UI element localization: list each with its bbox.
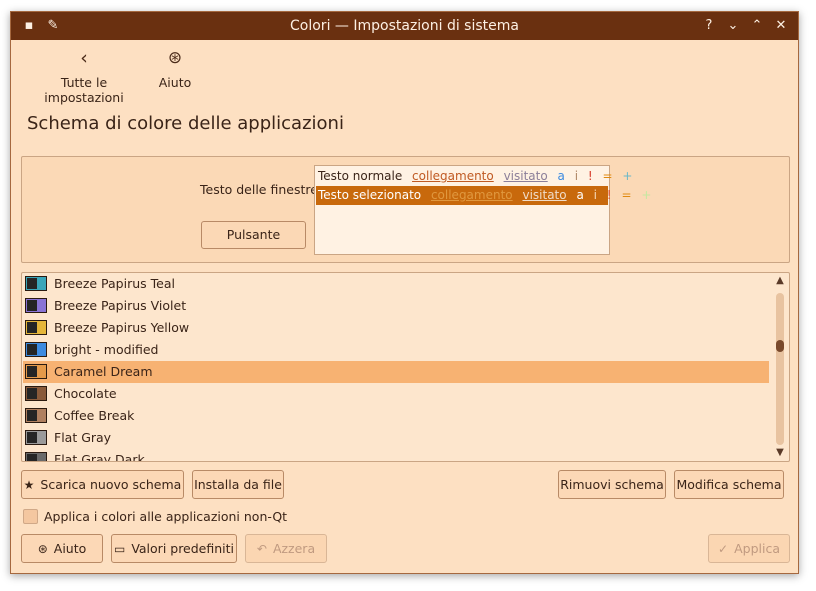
apply-non-qt-checkbox[interactable] <box>23 509 38 524</box>
scroll-down-icon[interactable]: ▼ <box>773 447 787 458</box>
install-from-file-button[interactable]: Installa da file <box>192 470 284 499</box>
remove-label: Rimuovi schema <box>560 477 664 492</box>
star-icon: ★ <box>23 478 35 492</box>
get-new-label: Scarica nuovo schema <box>40 477 182 492</box>
install-label: Installa da file <box>194 477 282 492</box>
close-icon[interactable]: ✕ <box>772 17 790 35</box>
apply-button[interactable]: ✓ Applica <box>708 534 790 563</box>
preview-text-area: Testo normale collegamento visitato a i … <box>314 165 651 255</box>
list-item[interactable]: Breeze Papirus Yellow <box>23 317 769 339</box>
undo-icon: ↶ <box>256 542 267 556</box>
list-item[interactable]: Coffee Break <box>23 405 769 427</box>
defaults-label: Valori predefiniti <box>131 541 235 556</box>
window-text-label: Testo delle finestre <box>200 182 318 197</box>
selected-visited: visitato <box>522 188 567 202</box>
remove-scheme-button[interactable]: Rimuovi schema <box>558 470 666 499</box>
settings-window: ▪ ✎ Colori — Impostazioni di sistema ? ⌄… <box>10 11 799 574</box>
selected-positive: + <box>641 188 652 202</box>
selected-inactive: i <box>593 188 597 202</box>
scheme-name: Coffee Break <box>54 408 135 423</box>
normal-text: Testo normale <box>318 169 403 183</box>
scheme-name: Breeze Papirus Yellow <box>54 320 190 335</box>
page-title: Schema di colore delle applicazioni <box>27 113 344 134</box>
scheme-name: Chocolate <box>54 386 117 401</box>
selected-negative: ! <box>606 188 612 202</box>
edit-scheme-button[interactable]: Modifica schema <box>674 470 784 499</box>
normal-inactive: i <box>574 169 579 183</box>
scheme-name: Breeze Papirus Violet <box>54 298 187 313</box>
help-toolbar-label: Aiuto <box>158 75 192 90</box>
defaults-button[interactable]: ▭ Valori predefiniti <box>111 534 237 563</box>
scheme-name: Flat Gray <box>54 430 112 445</box>
apply-non-qt-label: Applica i colori alle applicazioni non-Q… <box>44 509 288 524</box>
preview-normal-row: Testo normale collegamento visitato a i … <box>316 167 632 186</box>
footer-help-label: Aiuto <box>53 541 87 556</box>
scheme-name: Flat Gray Dark <box>54 452 145 462</box>
document-icon: ▭ <box>113 542 126 556</box>
list-item[interactable]: bright - modified <box>23 339 769 361</box>
window-title: Colori — Impostazioni di sistema <box>290 18 519 34</box>
checkmark-icon: ✓ <box>718 542 729 556</box>
normal-neutral: = <box>602 169 613 183</box>
back-label: Tutte le impostazioni <box>44 75 124 105</box>
preview-selected-row: Testo selezionato collegamento visitato … <box>316 186 651 205</box>
selected-active: a <box>576 188 584 202</box>
list-item[interactable]: Chocolate <box>23 383 769 405</box>
chevron-left-icon: ‹ <box>80 47 88 69</box>
minimize-icon[interactable]: ⌄ <box>724 17 742 35</box>
selected-link: collegamento <box>430 188 513 202</box>
scheme-name: Caramel Dream <box>54 364 153 379</box>
normal-positive: + <box>622 169 633 183</box>
scheme-preview-icon <box>25 364 47 379</box>
edit-label: Modifica schema <box>676 477 782 492</box>
scroll-handle[interactable] <box>776 340 784 352</box>
titlebar: ▪ ✎ Colori — Impostazioni di sistema ? ⌄… <box>11 12 798 40</box>
scheme-preview-icon <box>25 430 47 445</box>
back-button[interactable]: ‹ Tutte le impostazioni <box>25 46 143 105</box>
list-item[interactable]: Flat Gray <box>23 427 769 449</box>
help-icon[interactable]: ? <box>700 17 718 35</box>
reset-label: Azzera <box>272 541 316 556</box>
normal-negative: ! <box>587 169 593 183</box>
scheme-preview-icon <box>25 298 47 313</box>
scheme-preview-icon <box>25 320 47 335</box>
scheme-preview-icon <box>25 342 47 357</box>
scrollbar[interactable]: ▲ ▼ <box>773 275 787 461</box>
scroll-up-icon[interactable]: ▲ <box>773 275 787 286</box>
list-item[interactable]: Flat Gray Dark <box>23 449 769 462</box>
scheme-list[interactable]: Breeze Papirus Teal Breeze Papirus Violet… <box>21 272 790 462</box>
scheme-preview-icon <box>25 452 47 461</box>
maximize-icon[interactable]: ⌃ <box>748 17 766 35</box>
help-toolbar-button[interactable]: ⊛ Aiuto <box>155 46 195 90</box>
scroll-track[interactable] <box>776 293 784 445</box>
lifebuoy-icon: ⊛ <box>167 48 183 68</box>
footer-help-button[interactable]: ⊛ Aiuto <box>21 534 103 563</box>
list-item[interactable]: Caramel Dream <box>23 361 769 383</box>
preview-button: Pulsante <box>201 221 306 249</box>
selected-text: Testo selezionato <box>318 188 422 202</box>
scheme-preview: Testo delle finestre Pulsante Testo norm… <box>21 156 790 263</box>
scheme-preview-icon <box>25 276 47 291</box>
lifebuoy-icon: ⊛ <box>37 542 48 556</box>
normal-visited: visitato <box>503 169 548 183</box>
scheme-preview-icon <box>25 408 47 423</box>
list-item[interactable]: Breeze Papirus Teal <box>23 273 769 295</box>
scheme-name: bright - modified <box>54 342 159 357</box>
scheme-preview-icon <box>25 386 47 401</box>
reset-button[interactable]: ↶ Azzera <box>245 534 327 563</box>
selected-neutral: = <box>621 188 632 202</box>
normal-active: a <box>557 169 565 183</box>
get-new-scheme-button[interactable]: ★ Scarica nuovo schema <box>21 470 184 499</box>
normal-link: collegamento <box>412 169 494 183</box>
scheme-name: Breeze Papirus Teal <box>54 276 175 291</box>
apply-label: Applica <box>734 541 780 556</box>
list-item[interactable]: Breeze Papirus Violet <box>23 295 769 317</box>
